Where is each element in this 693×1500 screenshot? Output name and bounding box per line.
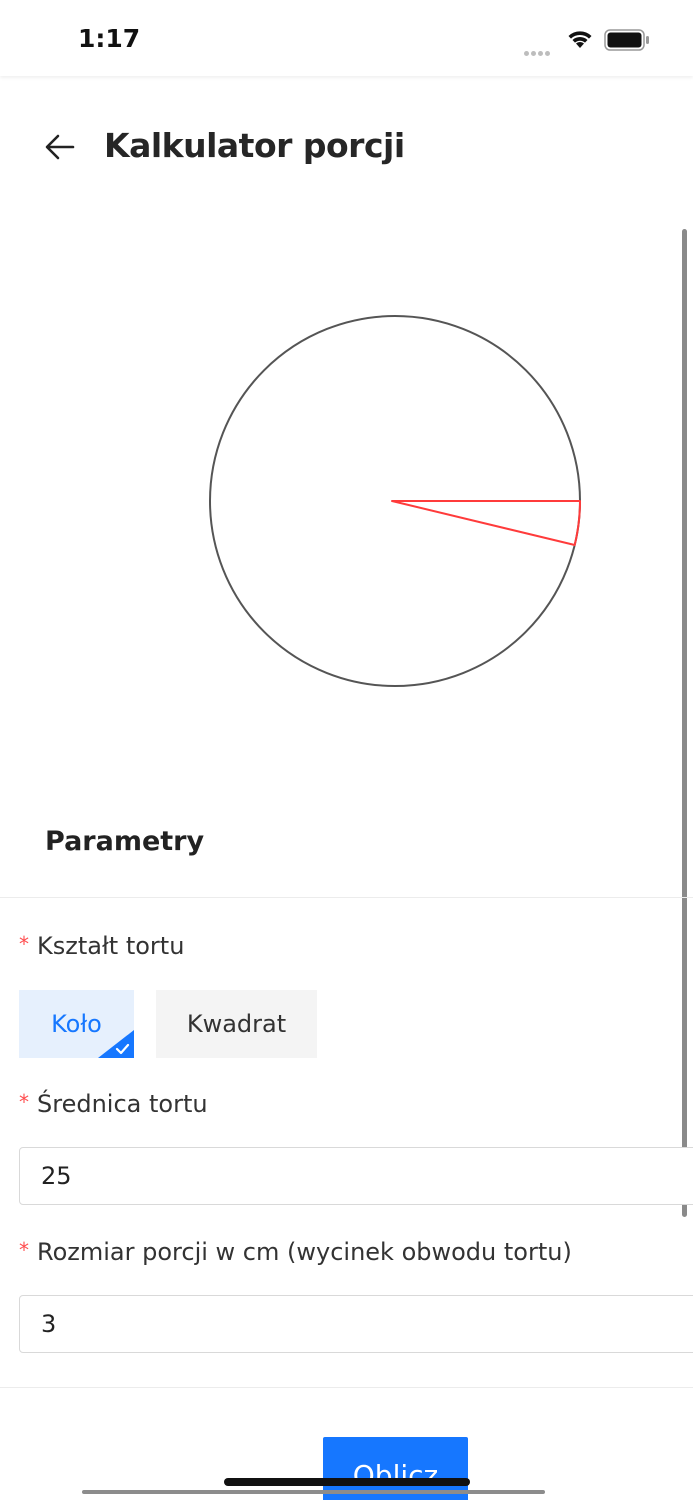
- portion-label: * Rozmiar porcji w cm (wycinek obwodu tor…: [19, 1238, 572, 1266]
- battery-icon: [604, 29, 650, 56]
- back-button[interactable]: [40, 127, 80, 167]
- portion-input[interactable]: [19, 1295, 693, 1353]
- section-title: Parametry: [45, 826, 205, 857]
- arrow-left-icon: [45, 134, 75, 160]
- shape-option-square[interactable]: Kwadrat: [156, 990, 317, 1058]
- required-mark: *: [19, 1090, 29, 1114]
- portion-slice: [391, 500, 582, 546]
- shape-option-label: Kwadrat: [186, 1010, 287, 1038]
- shape-label: * Kształt tortu: [19, 932, 185, 960]
- signal-icon: [524, 43, 556, 56]
- page-title: Kalkulator porcji: [104, 126, 405, 165]
- shape-option-circle[interactable]: Koło: [19, 990, 134, 1058]
- home-indicator[interactable]: [224, 1478, 470, 1486]
- status-time: 1:17: [78, 24, 141, 53]
- app-header: Kalkulator porcji: [0, 100, 693, 192]
- cake-diagram: [0, 230, 693, 770]
- required-mark: *: [19, 1238, 29, 1262]
- required-mark: *: [19, 932, 29, 956]
- diameter-label: * Średnica tortu: [19, 1090, 208, 1118]
- diameter-input[interactable]: [19, 1147, 693, 1205]
- wifi-icon: [566, 28, 594, 55]
- divider: [0, 897, 693, 898]
- divider: [0, 1387, 693, 1388]
- check-icon: [98, 1030, 134, 1058]
- status-bar: 1:17: [0, 0, 693, 76]
- shape-option-label: Koło: [51, 1010, 102, 1038]
- home-bar-track: [82, 1490, 545, 1494]
